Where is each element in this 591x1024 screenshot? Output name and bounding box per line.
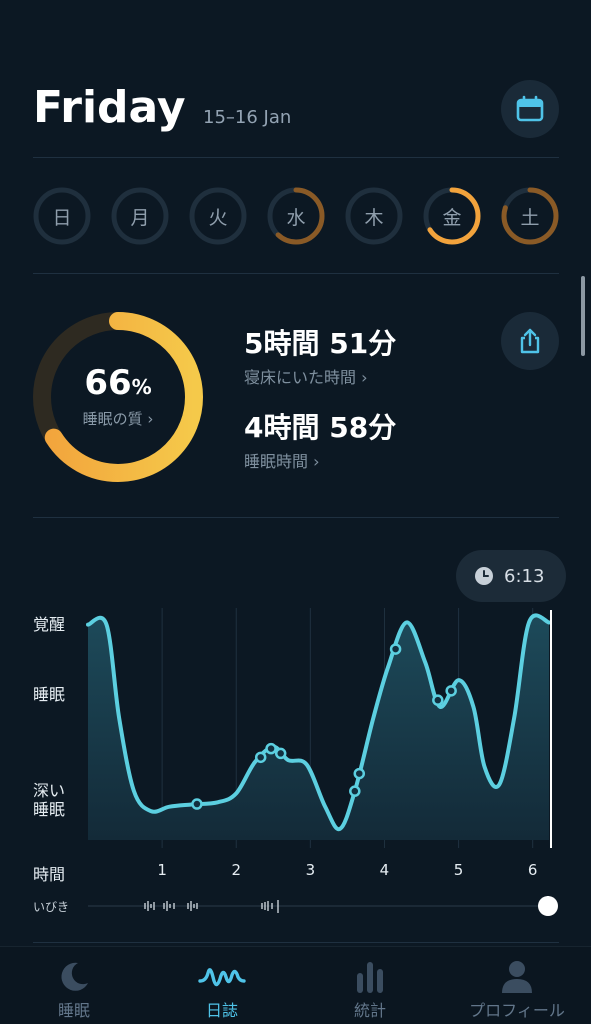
date-range: 15–16 Jan xyxy=(203,107,292,128)
quality-label: 睡眠の質 xyxy=(82,410,143,428)
chevron-right-icon: › xyxy=(147,410,154,428)
chart-divider xyxy=(33,942,559,943)
header-divider xyxy=(33,157,559,158)
quality-value-row: 66% xyxy=(32,363,204,403)
event-marker[interactable] xyxy=(349,785,361,797)
chevron-right-icon: › xyxy=(361,368,368,387)
day-2[interactable]: 火 xyxy=(189,187,247,245)
sleep-quality-ring[interactable]: 66% 睡眠の質 › xyxy=(32,311,204,483)
snore-label: いびき xyxy=(33,900,70,914)
x-tick-label: 6 xyxy=(527,861,538,879)
time-in-bed-value: 5時間 51分 xyxy=(244,327,397,360)
x-tick-label: 4 xyxy=(379,861,390,879)
share-icon xyxy=(520,328,540,354)
day-label: 火 xyxy=(208,206,228,229)
day-1[interactable]: 月 xyxy=(111,187,169,245)
tab-label: 日誌 xyxy=(205,1001,238,1020)
x-tick-label: 3 xyxy=(305,861,316,879)
week-divider xyxy=(33,273,559,274)
event-marker[interactable] xyxy=(445,685,457,697)
x-axis-label: 時間 xyxy=(33,865,66,884)
clock-icon xyxy=(475,567,493,585)
event-marker[interactable] xyxy=(353,767,366,780)
event-marker[interactable] xyxy=(389,643,402,655)
tab-statistics[interactable]: 統計 xyxy=(296,959,444,1021)
x-tick-label: 5 xyxy=(453,861,464,879)
quality-unit: % xyxy=(131,375,152,399)
tab-label: プロフィール xyxy=(469,1001,565,1020)
summary-divider xyxy=(33,517,559,518)
page-title: Friday xyxy=(33,82,186,133)
day-label: 月 xyxy=(130,206,150,229)
sleep-area xyxy=(88,615,549,840)
sleep-chart[interactable] xyxy=(0,590,591,860)
event-marker[interactable] xyxy=(191,798,203,810)
quality-value: 66 xyxy=(84,363,132,403)
event-marker[interactable] xyxy=(254,751,267,764)
tab-label: 睡眠 xyxy=(57,1001,90,1020)
day-label: 土 xyxy=(520,206,540,229)
person-icon xyxy=(502,961,532,993)
day-5[interactable]: 金 xyxy=(423,187,481,245)
wave-icon xyxy=(198,968,246,987)
end-time: 6:13 xyxy=(504,565,545,587)
chevron-right-icon: › xyxy=(313,452,320,471)
share-button[interactable] xyxy=(501,312,559,370)
event-marker[interactable] xyxy=(432,694,444,706)
day-label: 水 xyxy=(286,206,306,229)
day-0[interactable]: 日 xyxy=(33,187,91,245)
tab-journal[interactable]: 日誌 xyxy=(148,959,296,1021)
tab-label: 統計 xyxy=(353,1001,386,1020)
tab-sleep[interactable]: 睡眠 xyxy=(0,959,148,1021)
sleep-time-label: 睡眠時間 xyxy=(244,452,309,471)
tab-bar: 睡眠 日誌 統計 プロフィール xyxy=(0,946,591,1024)
tab-profile[interactable]: プロフィール xyxy=(443,959,591,1021)
moon-icon xyxy=(61,962,88,991)
scrollbar[interactable] xyxy=(581,276,585,356)
x-tick-label: 2 xyxy=(231,861,241,879)
time-in-bed-label: 寝床にいた時間 xyxy=(244,368,357,387)
event-marker[interactable] xyxy=(265,742,277,755)
event-marker[interactable] xyxy=(274,747,287,760)
day-label: 金 xyxy=(442,206,462,229)
quality-label-row: 睡眠の質 › xyxy=(32,408,204,429)
time-in-bed-link[interactable]: 寝床にいた時間 › xyxy=(244,364,368,388)
x-tick-label: 1 xyxy=(157,861,167,879)
day-3[interactable]: 水 xyxy=(267,187,325,245)
day-label: 木 xyxy=(364,206,384,229)
snore-track[interactable] xyxy=(88,896,559,920)
sleep-time-link[interactable]: 睡眠時間 › xyxy=(244,448,320,472)
day-4[interactable]: 木 xyxy=(345,187,403,245)
calendar-button[interactable] xyxy=(501,80,559,138)
day-label: 日 xyxy=(52,206,72,229)
calendar-icon xyxy=(516,95,544,122)
sleep-time-value: 4時間 58分 xyxy=(244,411,397,444)
day-6[interactable]: 土 xyxy=(501,187,559,245)
bars-icon xyxy=(357,962,383,993)
